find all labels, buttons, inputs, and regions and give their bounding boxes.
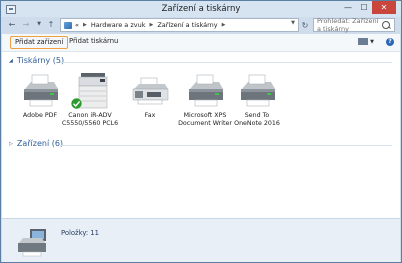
device-fax[interactable]: Fax — [120, 70, 180, 120]
device-label-line1: Send To — [244, 112, 270, 119]
devices-content: ◢ Tiskárny (5) Adobe PDF Canon iR-ADV C5… — [2, 52, 400, 218]
breadcrumb-overflow[interactable]: « — [75, 21, 79, 29]
device-label: Fax — [144, 112, 156, 119]
devices-window: Zařízení a tiskárny — ☐ ✕ ← → ▼ ↑ « ▶ Ha… — [0, 0, 402, 263]
group-devices-header[interactable]: ▷ Zařízení (6) — [9, 139, 63, 148]
search-placeholder: Prohledat: Zařízení a tiskárny — [317, 17, 379, 33]
help-icon[interactable]: ? — [386, 38, 394, 46]
title-bar[interactable]: Zařízení a tiskárny — ☐ ✕ — [1, 1, 401, 17]
search-input[interactable]: Prohledat: Zařízení a tiskárny — [313, 17, 395, 33]
group-divider — [60, 145, 392, 146]
breadcrumb-separator-icon: ▶ — [149, 22, 154, 28]
breadcrumb-hardware[interactable]: Hardware a zvuk — [91, 21, 146, 29]
maximize-button[interactable]: ☐ — [356, 1, 372, 14]
back-button[interactable]: ← — [7, 19, 17, 29]
group-divider — [60, 62, 392, 63]
group-printers-label: Tiskárny (5) — [16, 56, 65, 65]
address-dropdown-icon[interactable]: ▼ — [291, 20, 295, 26]
maximize-icon: ☐ — [360, 3, 368, 12]
minimize-button[interactable]: — — [340, 1, 356, 14]
add-printer-button[interactable]: Přidat tiskárnu — [65, 36, 122, 47]
close-button[interactable]: ✕ — [372, 1, 396, 14]
device-label-line2: OneNote 2016 — [234, 120, 280, 127]
address-bar[interactable]: « ▶ Hardware a zvuk ▶ Zařízení a tiskárn… — [60, 18, 299, 32]
window-controls: — ☐ ✕ — [340, 1, 396, 14]
chevron-down-icon: ▼ — [37, 21, 41, 27]
expand-icon: ▷ — [9, 140, 13, 147]
close-icon: ✕ — [380, 3, 388, 12]
default-printer-check-icon — [71, 98, 82, 109]
item-count: Položky: 11 — [61, 229, 99, 237]
forward-arrow-icon: → — [22, 19, 30, 29]
device-label: Send To OneNote 2016 — [227, 112, 287, 128]
back-arrow-icon: ← — [8, 19, 16, 29]
breadcrumb-devices[interactable]: Zařízení a tiskárny — [157, 21, 217, 29]
printer-icon — [185, 70, 225, 110]
recent-locations-button[interactable]: ▼ — [34, 19, 44, 29]
minimize-icon: — — [344, 3, 352, 12]
change-view-icon[interactable] — [358, 38, 368, 45]
breadcrumb-separator-icon: ▶ — [221, 22, 226, 28]
device-label-line1: Microsoft XPS — [183, 112, 227, 119]
up-arrow-icon: ↑ — [47, 19, 55, 29]
group-devices-label: Zařízení (6) — [16, 139, 64, 148]
fax-icon — [130, 70, 170, 110]
device-label-line2: Document Writer — [178, 120, 232, 127]
up-button[interactable]: ↑ — [46, 19, 56, 29]
device-label: Microsoft XPS Document Writer — [175, 112, 235, 128]
devices-and-printers-icon — [16, 225, 50, 257]
device-microsoft-xps[interactable]: Microsoft XPS Document Writer — [175, 70, 235, 128]
device-send-to-onenote[interactable]: Send To OneNote 2016 — [227, 70, 287, 128]
refresh-button[interactable]: ↻ — [300, 20, 310, 30]
device-label: Canon iR-ADV C5550/5560 PCL6 — [60, 112, 120, 128]
device-label-line1: Canon iR-ADV — [68, 112, 112, 119]
search-icon — [382, 21, 390, 29]
command-bar: Přidat zařízení Přidat tiskárnu ▼ ? — [2, 34, 400, 52]
device-canon-ir-adv[interactable]: Canon iR-ADV C5550/5560 PCL6 — [60, 70, 120, 128]
printer-icon — [20, 70, 60, 110]
details-pane: Položky: 11 — [2, 218, 400, 262]
device-label-line2: C5550/5560 PCL6 — [61, 120, 119, 127]
forward-button[interactable]: → — [21, 19, 31, 29]
collapse-icon: ◢ — [9, 57, 13, 64]
add-device-button[interactable]: Přidat zařízení — [10, 36, 69, 49]
control-panel-icon — [64, 21, 72, 29]
multifunction-printer-icon — [70, 70, 110, 110]
group-printers-header[interactable]: ◢ Tiskárny (5) — [9, 56, 64, 65]
refresh-icon: ↻ — [301, 20, 309, 30]
chevron-down-icon[interactable]: ▼ — [370, 39, 374, 45]
printer-icon — [237, 70, 277, 110]
breadcrumb-separator-icon: ▶ — [82, 22, 87, 28]
navigation-bar: ← → ▼ ↑ « ▶ Hardware a zvuk ▶ Zařízení a… — [1, 17, 401, 33]
